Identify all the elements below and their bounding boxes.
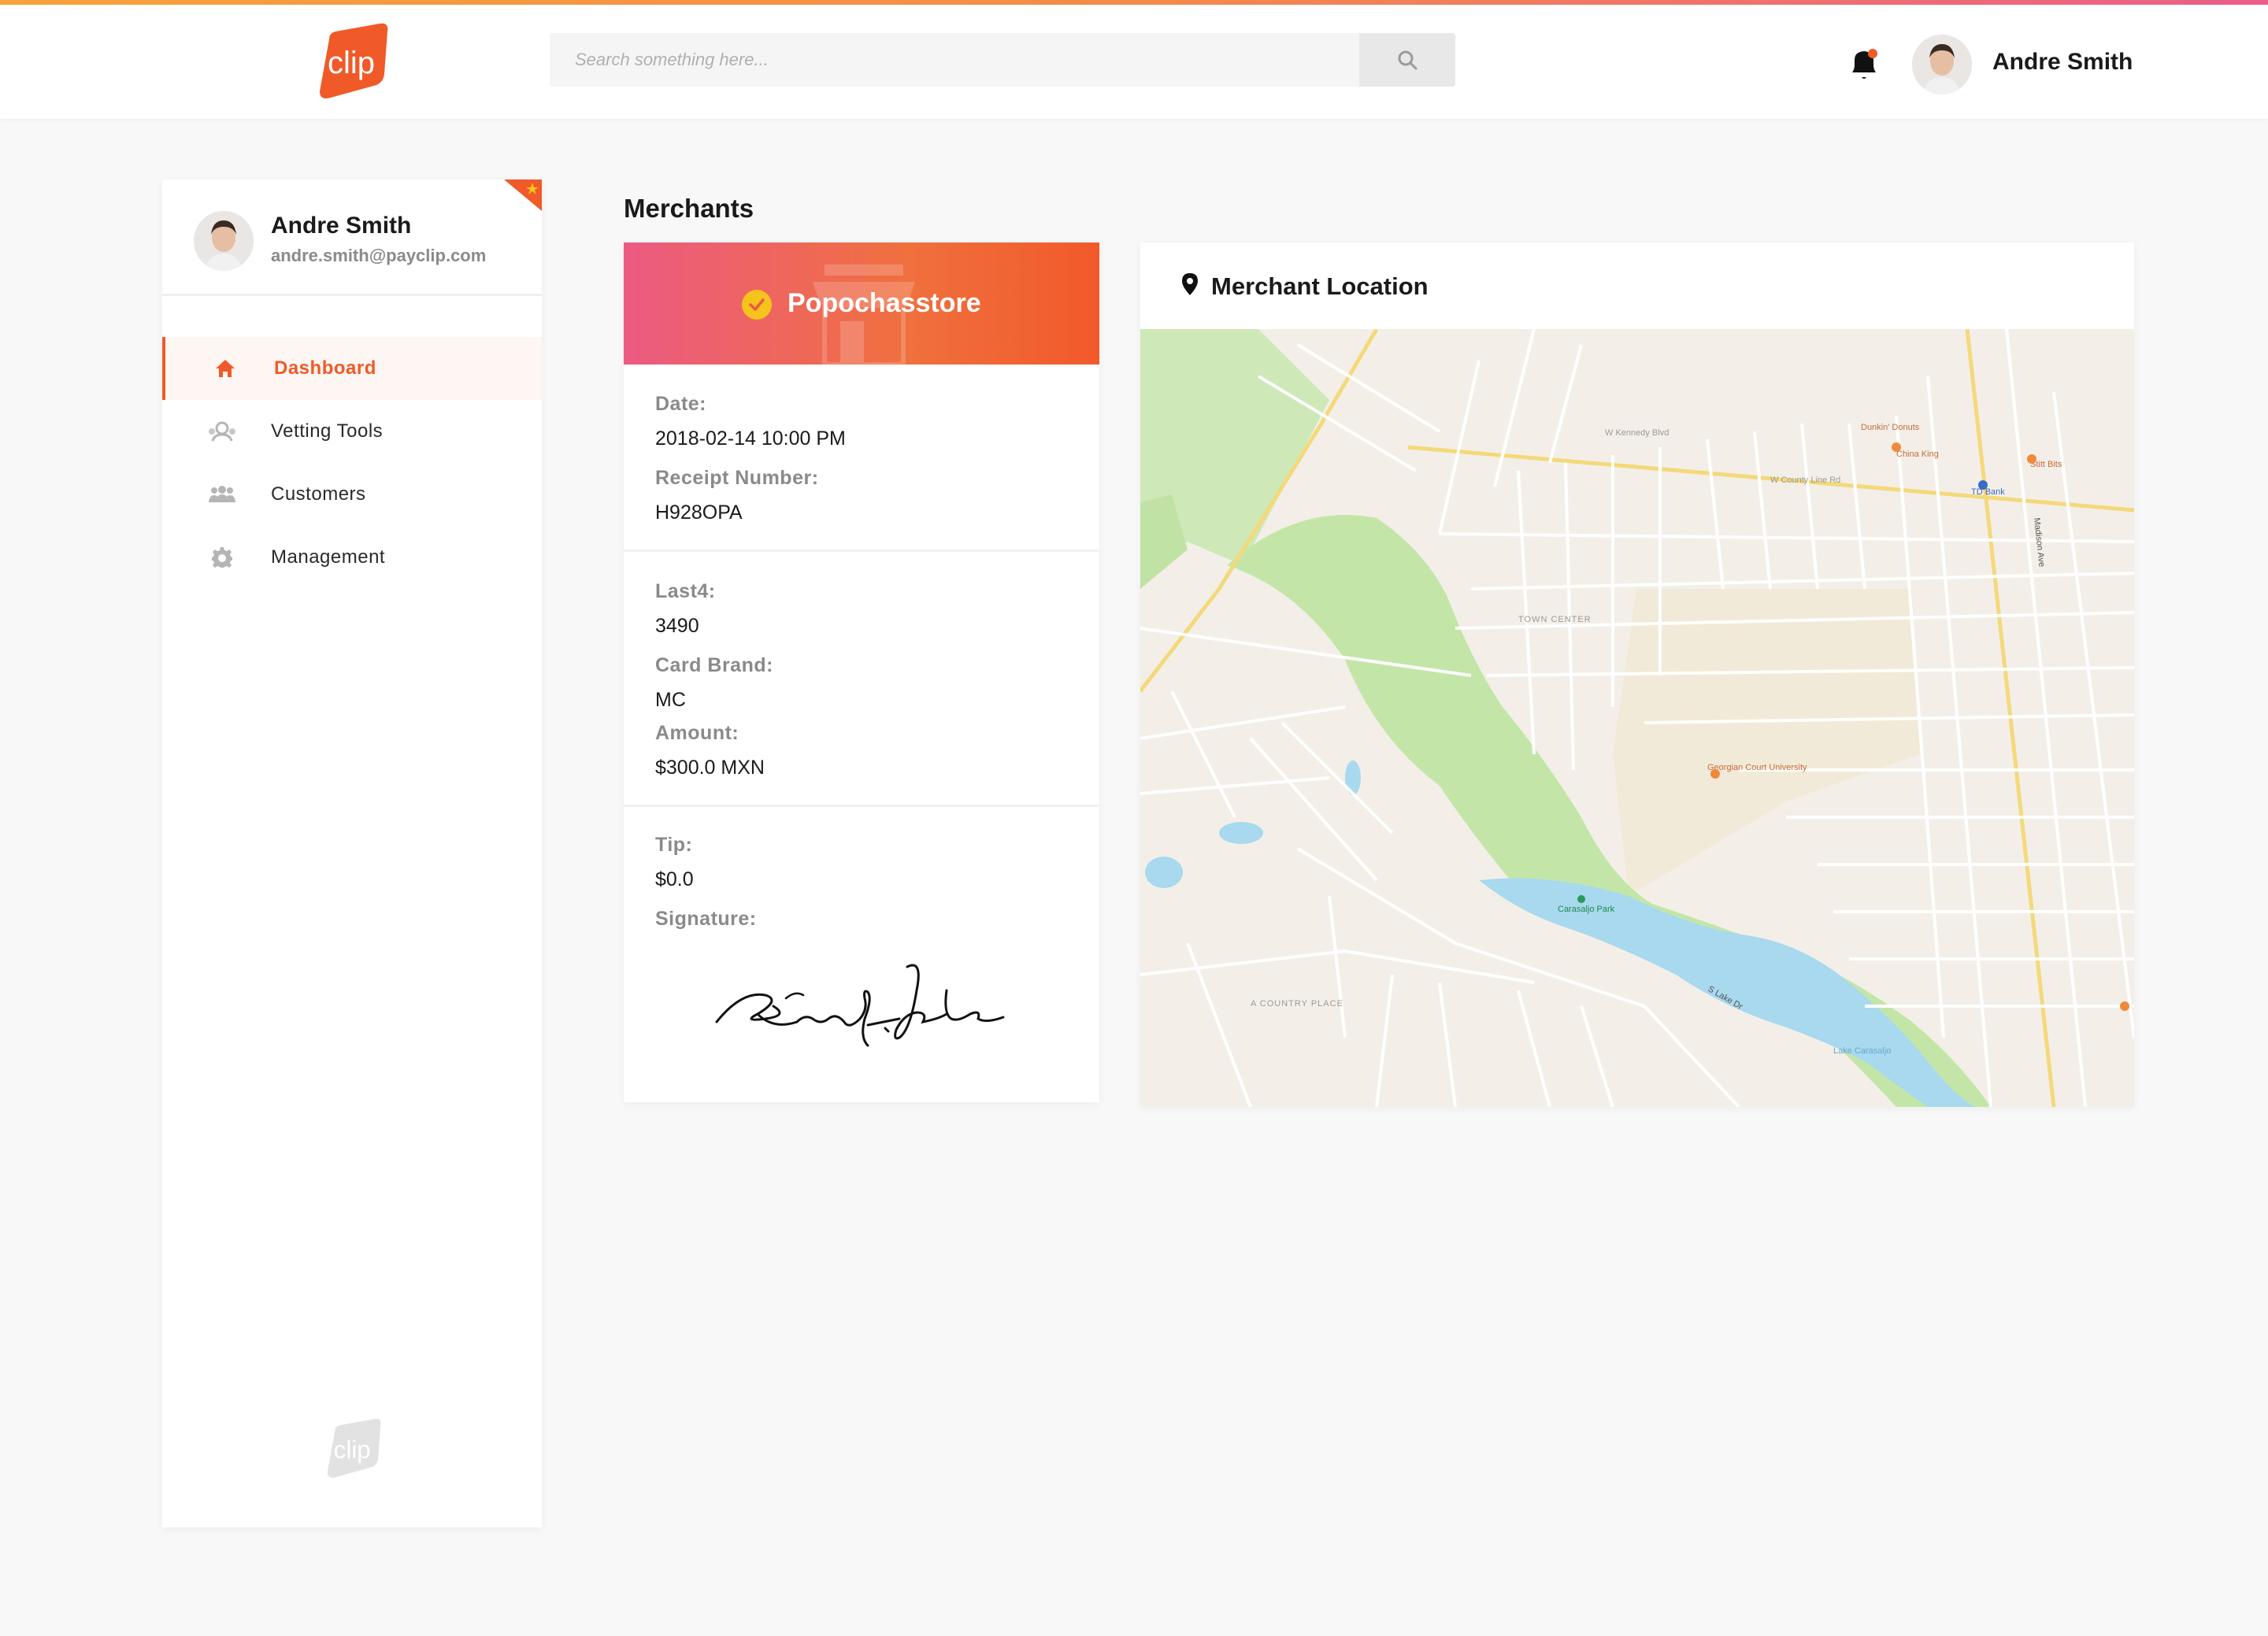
search-input[interactable]	[550, 33, 1359, 87]
signature-image	[710, 943, 1010, 1061]
svg-text:TOWN CENTER: TOWN CENTER	[1518, 615, 1592, 624]
profile-card: Andre Smith andre.smith@payclip.com	[162, 180, 542, 296]
receipt-section-date: Date: 2018-02-14 10:00 PM Receipt Number…	[624, 365, 1099, 552]
profile-email: andre.smith@payclip.com	[271, 246, 487, 265]
svg-text:clip: clip	[328, 46, 375, 80]
svg-text:clip: clip	[334, 1436, 371, 1464]
search-icon	[1398, 50, 1418, 70]
svg-text:A COUNTRY PLACE: A COUNTRY PLACE	[1251, 999, 1343, 1009]
top-navbar: clip Andre Smith	[0, 5, 2268, 119]
user-name[interactable]: Andre Smith	[1992, 49, 2133, 76]
store-name: Popochasstore	[788, 288, 981, 318]
receipt-card: Popochasstore Date: 2018-02-14 10:00 PM …	[624, 242, 1099, 1102]
merchant-location-card: Merchant Location TOWN CENTER A COUNTRY …	[1140, 242, 2134, 1107]
clip-logo[interactable]: clip	[312, 22, 392, 101]
sidebar-item-label: Customers	[271, 483, 366, 505]
amount-value: $300.0 MXN	[655, 757, 765, 779]
svg-text:W County Line Rd: W County Line Rd	[1770, 476, 1840, 485]
search-button[interactable]	[1359, 33, 1455, 87]
search-bar	[550, 33, 1455, 87]
profile-name: Andre Smith	[271, 213, 412, 239]
last4-label: Last4:	[655, 580, 716, 602]
svg-text:China King: China King	[1896, 450, 1939, 459]
svg-text:Lake Carasaljo: Lake Carasaljo	[1833, 1046, 1891, 1056]
sidebar-item-vetting-tools[interactable]: Vetting Tools	[162, 400, 542, 463]
verified-check-icon	[742, 290, 772, 320]
tip-label: Tip:	[655, 834, 693, 856]
map-header: Merchant Location	[1140, 242, 2134, 329]
sidebar-nav: Dashboard Vetting Tools Customers Manage…	[162, 337, 542, 589]
avatar	[194, 211, 254, 271]
users-icon	[208, 483, 236, 506]
sidebar-item-dashboard[interactable]: Dashboard	[162, 337, 542, 400]
merchant-map[interactable]: TOWN CENTER A COUNTRY PLACE W County Lin…	[1140, 329, 2134, 1107]
date-label: Date:	[655, 393, 707, 415]
svg-text:Georgian Court University: Georgian Court University	[1707, 763, 1807, 772]
svg-text:W Kennedy Blvd: W Kennedy Blvd	[1605, 428, 1669, 438]
receipt-number-value: H928OPA	[655, 502, 743, 524]
vetting-icon	[208, 420, 236, 443]
bell-icon[interactable]	[1847, 46, 1881, 80]
signature-label: Signature:	[655, 908, 757, 930]
sidebar-item-label: Vetting Tools	[271, 420, 384, 442]
card-brand-label: Card Brand:	[655, 654, 773, 676]
sidebar-item-management[interactable]: Management	[162, 526, 542, 589]
receipt-section-card: Last4: 3490 Card Brand: MC Amount: $300.…	[624, 552, 1099, 807]
receipt-number-label: Receipt Number:	[655, 467, 819, 489]
sidebar-item-label: Management	[271, 546, 386, 568]
svg-text:TD Bank: TD Bank	[1971, 487, 2005, 497]
location-pin-icon	[1181, 272, 1199, 296]
page-title: Merchants	[624, 194, 754, 223]
receipt-header: Popochasstore	[624, 242, 1099, 365]
amount-label: Amount:	[655, 722, 739, 744]
clip-logo: clip	[321, 1417, 384, 1480]
sidebar-item-customers[interactable]: Customers	[162, 463, 542, 526]
home-icon	[211, 357, 239, 380]
svg-text:Dunkin' Donuts: Dunkin' Donuts	[1861, 423, 1920, 432]
last4-value: 3490	[655, 615, 699, 637]
avatar[interactable]	[1912, 35, 1972, 94]
tip-value: $0.0	[655, 868, 694, 890]
sidebar: Andre Smith andre.smith@payclip.com Dash…	[162, 180, 542, 1527]
svg-text:Carasaljo Park: Carasaljo Park	[1558, 905, 1615, 914]
gear-icon	[208, 546, 236, 569]
card-brand-value: MC	[655, 689, 686, 711]
sidebar-item-label: Dashboard	[274, 357, 376, 379]
date-value: 2018-02-14 10:00 PM	[655, 428, 846, 450]
map-title: Merchant Location	[1211, 272, 1429, 300]
